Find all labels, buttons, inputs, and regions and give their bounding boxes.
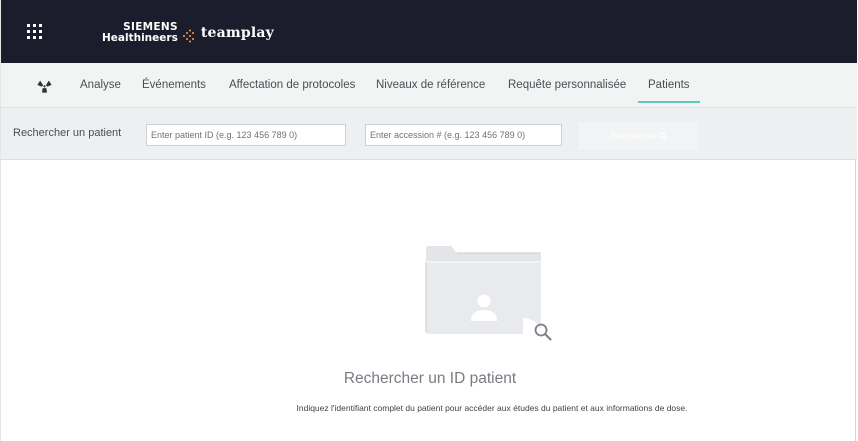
accession-number-input[interactable] [365, 124, 562, 146]
empty-folder-illustration [425, 246, 552, 347]
search-button-label: Rechercher [609, 131, 657, 141]
header-bar: SIEMENS Healthineers teamplay [1, 0, 857, 63]
nav-tab-requete-personnalisee[interactable]: Requête personnalisée [508, 63, 626, 107]
empty-state-title: Rechercher un ID patient [343, 370, 517, 387]
main-nav: Analyse Événements Affectation de protoc… [1, 63, 857, 108]
search-patient-label: Rechercher un patient [13, 127, 122, 139]
patient-search-bar: Rechercher un patient Rechercher [1, 108, 857, 160]
empty-state-description: Indiquez l'identifiant complet du patien… [296, 403, 688, 413]
search-icon [659, 132, 668, 140]
brand-subname: Healthineers [102, 32, 178, 44]
brand-logo[interactable]: SIEMENS Healthineers teamplay [102, 20, 274, 46]
nav-tab-evenements[interactable]: Événements [142, 63, 206, 107]
radiation-dose-icon[interactable] [37, 80, 52, 93]
brand-dots-icon [182, 29, 194, 43]
patient-id-input[interactable] [146, 124, 346, 146]
nav-tab-affectation-protocoles[interactable]: Affectation de protocoles [229, 63, 355, 107]
search-button[interactable]: Rechercher [579, 122, 698, 150]
nav-tab-patients[interactable]: Patients [638, 63, 700, 107]
app-launcher-grid-icon[interactable] [27, 24, 42, 39]
app-window: SIEMENS Healthineers teamplay Analyse Év… [0, 0, 857, 441]
product-name: teamplay [200, 25, 275, 41]
nav-tab-niveaux-reference[interactable]: Niveaux de référence [376, 63, 485, 107]
nav-tab-analyse[interactable]: Analyse [80, 63, 121, 107]
brand-wordmark: SIEMENS Healthineers [102, 22, 178, 44]
